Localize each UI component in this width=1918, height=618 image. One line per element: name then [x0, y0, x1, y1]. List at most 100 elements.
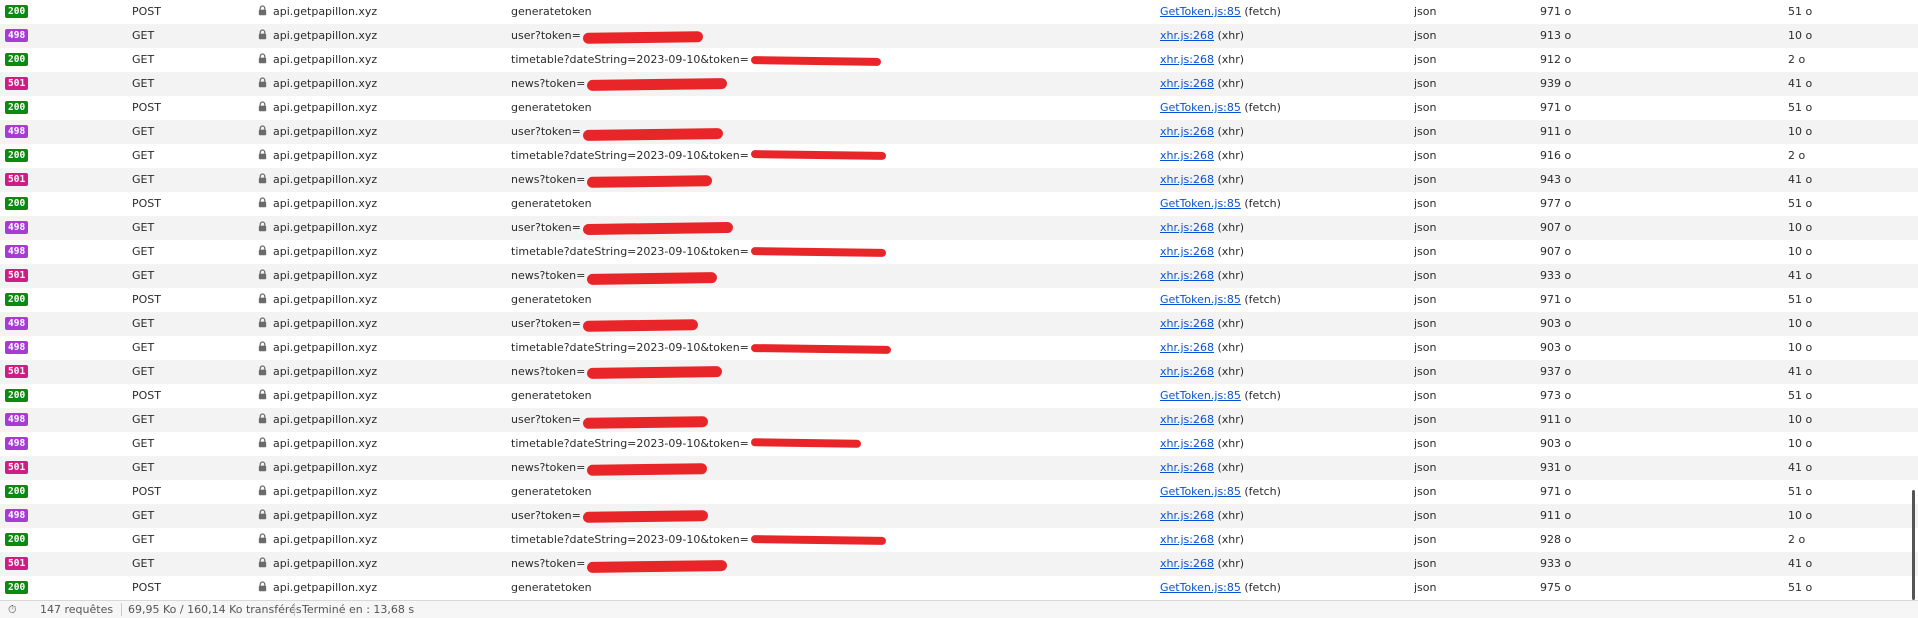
- table-row[interactable]: 498 GET api.getpapillon.xyz timetable?dateS…: [0, 336, 1918, 360]
- initiator-link[interactable]: xhr.js:268 (xhr): [1160, 120, 1244, 144]
- initiator-link[interactable]: xhr.js:268 (xhr): [1160, 216, 1244, 240]
- initiator-link-text[interactable]: GetToken.js:85: [1160, 5, 1241, 18]
- initiator-link-text[interactable]: xhr.js:268: [1160, 557, 1214, 570]
- domain-text: api.getpapillon.xyz: [273, 341, 378, 354]
- initiator-cell: xhr.js:268 (xhr): [1160, 360, 1400, 384]
- initiator-link[interactable]: GetToken.js:85 (fetch): [1160, 384, 1281, 408]
- table-row[interactable]: 498 GET api.getpapillon.xyz user?token= xhr.…: [0, 216, 1918, 240]
- initiator-link-text[interactable]: xhr.js:268: [1160, 533, 1214, 546]
- initiator-link[interactable]: xhr.js:268 (xhr): [1160, 72, 1244, 96]
- table-row[interactable]: 200 POST api.getpapillon.xyz generatetoken G…: [0, 0, 1918, 24]
- initiator-link[interactable]: xhr.js:268 (xhr): [1160, 24, 1244, 48]
- domain-text: api.getpapillon.xyz: [273, 581, 378, 594]
- vertical-scrollbar-thumb[interactable]: [1912, 490, 1915, 600]
- initiator-link[interactable]: xhr.js:268 (xhr): [1160, 528, 1244, 552]
- initiator-link-text[interactable]: xhr.js:268: [1160, 149, 1214, 162]
- file-cell: news?token=: [511, 72, 1156, 96]
- initiator-link[interactable]: xhr.js:268 (xhr): [1160, 504, 1244, 528]
- table-row[interactable]: 200 GET api.getpapillon.xyz timetable?dateS…: [0, 144, 1918, 168]
- initiator-link-text[interactable]: xhr.js:268: [1160, 413, 1214, 426]
- table-row[interactable]: 200 POST api.getpapillon.xyz generatetoken G…: [0, 288, 1918, 312]
- table-row[interactable]: 200 POST api.getpapillon.xyz generatetoken G…: [0, 480, 1918, 504]
- table-row[interactable]: 498 GET api.getpapillon.xyz timetable?dateS…: [0, 432, 1918, 456]
- table-row[interactable]: 200 POST api.getpapillon.xyz generatetoken G…: [0, 192, 1918, 216]
- initiator-link[interactable]: GetToken.js:85 (fetch): [1160, 576, 1281, 600]
- initiator-link-text[interactable]: xhr.js:268: [1160, 125, 1214, 138]
- initiator-link[interactable]: xhr.js:268 (xhr): [1160, 168, 1244, 192]
- initiator-link[interactable]: xhr.js:268 (xhr): [1160, 240, 1244, 264]
- initiator-kind: (xhr): [1217, 533, 1245, 546]
- domain-text: api.getpapillon.xyz: [273, 485, 378, 498]
- initiator-link[interactable]: xhr.js:268 (xhr): [1160, 144, 1244, 168]
- table-row[interactable]: 501 GET api.getpapillon.xyz news?token= xhr.…: [0, 360, 1918, 384]
- domain-cell: api.getpapillon.xyz: [257, 48, 502, 72]
- initiator-link-text[interactable]: GetToken.js:85: [1160, 101, 1241, 114]
- size-cell: 41 o: [1788, 557, 1813, 570]
- status-badge: 498: [5, 437, 29, 450]
- domain-cell: api.getpapillon.xyz: [257, 336, 502, 360]
- file-cell: generatetoken: [511, 480, 1156, 504]
- initiator-link-text[interactable]: xhr.js:268: [1160, 317, 1214, 330]
- table-row[interactable]: 501 GET api.getpapillon.xyz news?token= xhr.…: [0, 168, 1918, 192]
- initiator-link-text[interactable]: xhr.js:268: [1160, 77, 1214, 90]
- initiator-link[interactable]: GetToken.js:85 (fetch): [1160, 0, 1281, 24]
- table-row[interactable]: 498 GET api.getpapillon.xyz user?token= xhr.…: [0, 24, 1918, 48]
- initiator-link[interactable]: xhr.js:268 (xhr): [1160, 552, 1244, 576]
- table-row[interactable]: 498 GET api.getpapillon.xyz user?token= xhr.…: [0, 312, 1918, 336]
- initiator-link-text[interactable]: GetToken.js:85: [1160, 293, 1241, 306]
- initiator-link[interactable]: xhr.js:268 (xhr): [1160, 312, 1244, 336]
- table-row[interactable]: 200 POST api.getpapillon.xyz generatetoken G…: [0, 384, 1918, 408]
- initiator-link[interactable]: xhr.js:268 (xhr): [1160, 48, 1244, 72]
- initiator-link-text[interactable]: xhr.js:268: [1160, 341, 1214, 354]
- initiator-link[interactable]: xhr.js:268 (xhr): [1160, 264, 1244, 288]
- initiator-link-text[interactable]: xhr.js:268: [1160, 221, 1214, 234]
- initiator-link[interactable]: GetToken.js:85 (fetch): [1160, 288, 1281, 312]
- initiator-link-text[interactable]: GetToken.js:85: [1160, 581, 1241, 594]
- file-cell: timetable?dateString=2023-09-10&token=: [511, 528, 1156, 552]
- table-row[interactable]: 501 GET api.getpapillon.xyz news?token= xhr.…: [0, 552, 1918, 576]
- initiator-link[interactable]: GetToken.js:85 (fetch): [1160, 192, 1281, 216]
- initiator-link[interactable]: GetToken.js:85 (fetch): [1160, 96, 1281, 120]
- table-row[interactable]: 200 POST api.getpapillon.xyz generatetoken G…: [0, 576, 1918, 600]
- type-cell: json: [1414, 509, 1437, 522]
- domain-text: api.getpapillon.xyz: [273, 101, 378, 114]
- initiator-link-text[interactable]: xhr.js:268: [1160, 269, 1214, 282]
- initiator-link-text[interactable]: xhr.js:268: [1160, 173, 1214, 186]
- initiator-link-text[interactable]: xhr.js:268: [1160, 461, 1214, 474]
- table-row[interactable]: 200 GET api.getpapillon.xyz timetable?dateS…: [0, 528, 1918, 552]
- initiator-link-text[interactable]: xhr.js:268: [1160, 29, 1214, 42]
- size-cell: 10 o: [1788, 341, 1813, 354]
- initiator-kind: (xhr): [1217, 461, 1245, 474]
- initiator-link[interactable]: xhr.js:268 (xhr): [1160, 360, 1244, 384]
- initiator-link-text[interactable]: xhr.js:268: [1160, 53, 1214, 66]
- table-row[interactable]: 498 GET api.getpapillon.xyz user?token= xhr.…: [0, 408, 1918, 432]
- initiator-link-text[interactable]: xhr.js:268: [1160, 509, 1214, 522]
- table-row[interactable]: 501 GET api.getpapillon.xyz news?token= xhr.…: [0, 264, 1918, 288]
- file-cell: user?token=: [511, 312, 1156, 336]
- initiator-link[interactable]: xhr.js:268 (xhr): [1160, 432, 1244, 456]
- table-row[interactable]: 498 GET api.getpapillon.xyz user?token= xhr.…: [0, 504, 1918, 528]
- initiator-link[interactable]: xhr.js:268 (xhr): [1160, 408, 1244, 432]
- initiator-link-text[interactable]: GetToken.js:85: [1160, 485, 1241, 498]
- initiator-kind: (xhr): [1217, 437, 1245, 450]
- table-row[interactable]: 498 GET api.getpapillon.xyz timetable?dateS…: [0, 240, 1918, 264]
- table-row[interactable]: 501 GET api.getpapillon.xyz news?token= xhr.…: [0, 72, 1918, 96]
- initiator-kind: (fetch): [1244, 197, 1281, 210]
- initiator-link-text[interactable]: xhr.js:268: [1160, 245, 1214, 258]
- table-row[interactable]: 200 GET api.getpapillon.xyz timetable?dateS…: [0, 48, 1918, 72]
- initiator-link-text[interactable]: xhr.js:268: [1160, 437, 1214, 450]
- initiator-link[interactable]: GetToken.js:85 (fetch): [1160, 480, 1281, 504]
- table-row[interactable]: 501 GET api.getpapillon.xyz news?token= xhr.…: [0, 456, 1918, 480]
- initiator-link[interactable]: xhr.js:268 (xhr): [1160, 456, 1244, 480]
- initiator-cell: xhr.js:268 (xhr): [1160, 24, 1400, 48]
- table-row[interactable]: 200 POST api.getpapillon.xyz generatetoken G…: [0, 96, 1918, 120]
- lock-icon: [258, 53, 267, 64]
- initiator-link-text[interactable]: GetToken.js:85: [1160, 389, 1241, 402]
- table-row[interactable]: 498 GET api.getpapillon.xyz user?token= xhr.…: [0, 120, 1918, 144]
- initiator-link-text[interactable]: GetToken.js:85: [1160, 197, 1241, 210]
- redaction-mark: [750, 535, 887, 545]
- initiator-link[interactable]: xhr.js:268 (xhr): [1160, 336, 1244, 360]
- initiator-cell: xhr.js:268 (xhr): [1160, 48, 1400, 72]
- initiator-cell: GetToken.js:85 (fetch): [1160, 192, 1400, 216]
- initiator-link-text[interactable]: xhr.js:268: [1160, 365, 1214, 378]
